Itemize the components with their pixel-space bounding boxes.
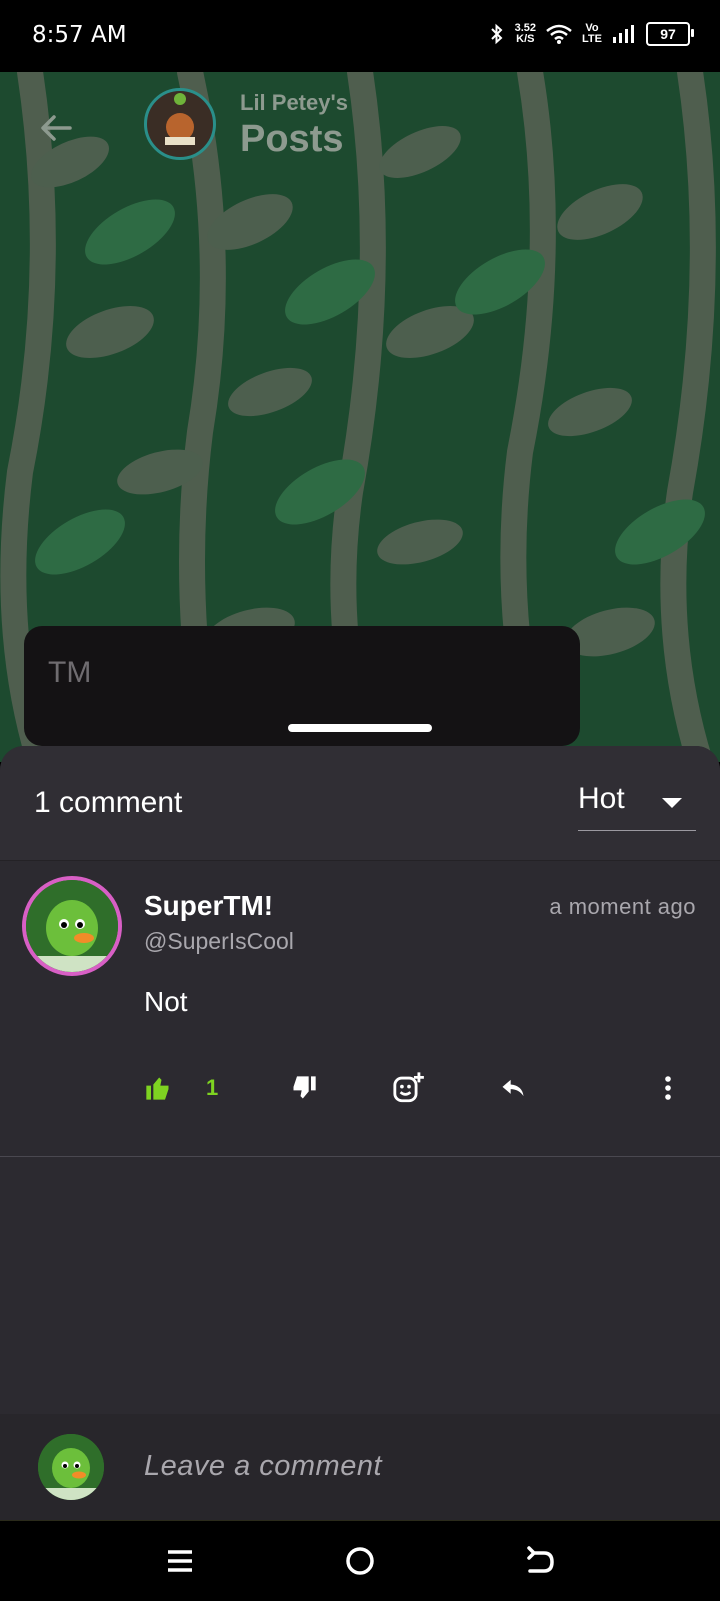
home-icon[interactable] (340, 1541, 380, 1581)
menu-icon[interactable] (160, 1541, 200, 1581)
network-speed-unit: K/S (516, 33, 535, 45)
thumbs-down-icon (293, 1076, 316, 1099)
sort-dropdown[interactable]: Hot (578, 782, 696, 831)
page-title: Posts (240, 118, 344, 160)
comment-author[interactable]: SuperTM! (144, 890, 273, 922)
comments-sheet: 1 comment Hot SuperTM! @SuperIsCool a mo… (0, 746, 720, 1522)
page-header: Lil Petey's Posts (0, 72, 720, 182)
avatar-image (26, 880, 118, 972)
system-nav-bar (0, 1520, 720, 1601)
sort-label: Hot (578, 782, 625, 815)
chevron-down-icon (662, 798, 682, 808)
volte-bottom: LTE (582, 33, 602, 45)
comment-body: Not (144, 986, 188, 1017)
volte-indicator: Vo LTE (582, 23, 602, 45)
battery-level: 97 (660, 26, 676, 42)
add-reaction-icon (393, 1072, 424, 1103)
comment-actions: 1 (144, 1068, 704, 1108)
back-arrow-icon[interactable] (36, 108, 76, 148)
more-options-button[interactable] (664, 1068, 672, 1108)
avatar[interactable] (22, 876, 122, 976)
comment-count: 1 comment (34, 786, 183, 819)
my-avatar-image (38, 1434, 104, 1500)
add-reaction-button[interactable] (392, 1068, 426, 1108)
status-icons: 3.52 K/S Vo LTE 97 (489, 22, 694, 46)
battery-icon: 97 (646, 22, 694, 46)
comment-handle: @SuperIsCool (144, 928, 294, 954)
my-avatar (38, 1434, 104, 1500)
like-count: 1 (206, 1075, 219, 1100)
bluetooth-icon (490, 23, 503, 45)
like-button[interactable] (144, 1068, 172, 1108)
comments-header: 1 comment Hot (0, 746, 720, 861)
comment-item: SuperTM! @SuperIsCool a moment ago Not 1 (0, 860, 720, 1157)
reply-button[interactable] (498, 1068, 528, 1108)
back-icon[interactable] (520, 1541, 560, 1581)
composer-text: TM (48, 656, 92, 689)
community-name: Lil Petey's (240, 90, 348, 115)
dislike-button[interactable] (290, 1068, 318, 1108)
comment-time: a moment ago (549, 894, 696, 919)
community-avatar-image (165, 93, 195, 145)
signal-icon (613, 25, 634, 43)
community-avatar[interactable] (144, 88, 216, 160)
comment-composer: Leave a comment (0, 1414, 720, 1520)
post-composer-card[interactable]: TM (24, 626, 580, 746)
status-time: 8:57 AM (32, 22, 127, 48)
status-bar: 8:57 AM 3.52 K/S Vo LTE 97 (0, 0, 720, 72)
thumbs-up-icon (146, 1077, 169, 1100)
more-vertical-icon (665, 1076, 671, 1100)
reply-icon (502, 1079, 524, 1097)
drag-handle[interactable] (288, 724, 432, 732)
comment-input[interactable]: Leave a comment (144, 1450, 382, 1483)
wifi-icon (546, 24, 572, 44)
network-speed: 3.52 K/S (515, 23, 536, 45)
